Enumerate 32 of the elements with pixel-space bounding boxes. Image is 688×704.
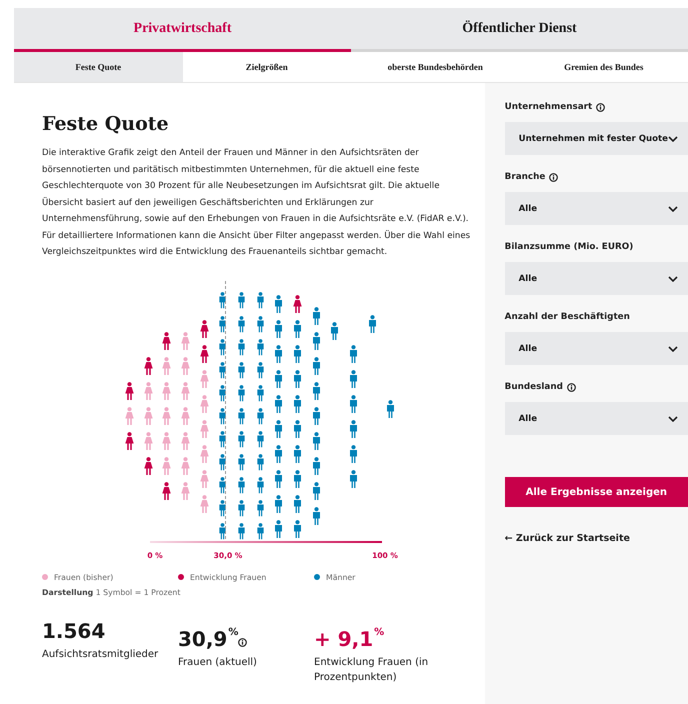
unit-label: % <box>228 626 238 638</box>
stat-label: Aufsichtsratsmitglieder <box>42 648 160 662</box>
filter-select[interactable]: Alle <box>504 332 688 365</box>
stat-label: Entwicklung Frauen (in Prozentpunkten) <box>314 656 430 684</box>
chevron-down-icon <box>668 416 678 422</box>
stat-value: 1.564 <box>42 618 106 642</box>
info-icon[interactable] <box>238 638 248 646</box>
filter-label: Unternehmensart <box>504 102 592 112</box>
page-title: Feste Quote <box>42 113 170 135</box>
stat-value: + 9,1 <box>314 626 374 650</box>
filter-select[interactable]: Alle <box>504 192 688 225</box>
show-results-button[interactable]: Alle Ergebnisse anzeigen <box>504 477 688 507</box>
filter-select[interactable]: Unternehmen mit fester Quote <box>504 122 688 155</box>
info-icon[interactable] <box>549 172 558 182</box>
info-icon[interactable] <box>566 382 576 392</box>
description-text: Die interaktive Grafik zeigt den Anteil der Frauen und Männer in den Aufsichtsräten der börsennotierten und paritätisch mitbestimmten Unternehmen, für die aktuell eine feste Geschlechterquote von 30 Prozent für alle Neubesetzungen im Aufsichtsrat gilt. Die aktuelle Übersicht basiert auf den jeweiligen Geschäftsberichten und Erklärungen zur Unternehmensführung, sowie auf den Erhebungen von Frauen in die Aufsichtsräte e.V. (FidAR e.V.). Für detailliertere Informationen kann die Ansicht über Filter angepasst werden. Über die Wahl eines Vergleichszeitpunktes wird die Entwicklung des Frauenanteils sichtbar gemacht. <box>42 147 471 259</box>
filter-label: Anzahl der Beschäftigten <box>504 312 630 322</box>
chevron-down-icon <box>668 346 678 352</box>
chevron-down-icon <box>668 276 678 282</box>
filter-select[interactable]: Alle <box>504 262 688 295</box>
unit-label: % <box>374 626 384 638</box>
stat-value: 30,9 <box>178 626 228 650</box>
filter-label: Bundesland <box>504 382 563 392</box>
filter-label: Bilanzsumme (Mio. EURO) <box>504 242 634 252</box>
chevron-down-icon <box>668 206 678 212</box>
sub-tab[interactable]: Feste Quote <box>14 52 182 82</box>
stat-label: Frauen (aktuell) <box>178 656 258 670</box>
filter-label: Branche <box>504 172 546 182</box>
info-icon[interactable] <box>596 102 606 112</box>
chevron-down-icon <box>668 136 678 142</box>
back-link[interactable]: ← Zurück zur Startseite <box>504 533 688 544</box>
filter-select[interactable]: Alle <box>504 402 688 435</box>
